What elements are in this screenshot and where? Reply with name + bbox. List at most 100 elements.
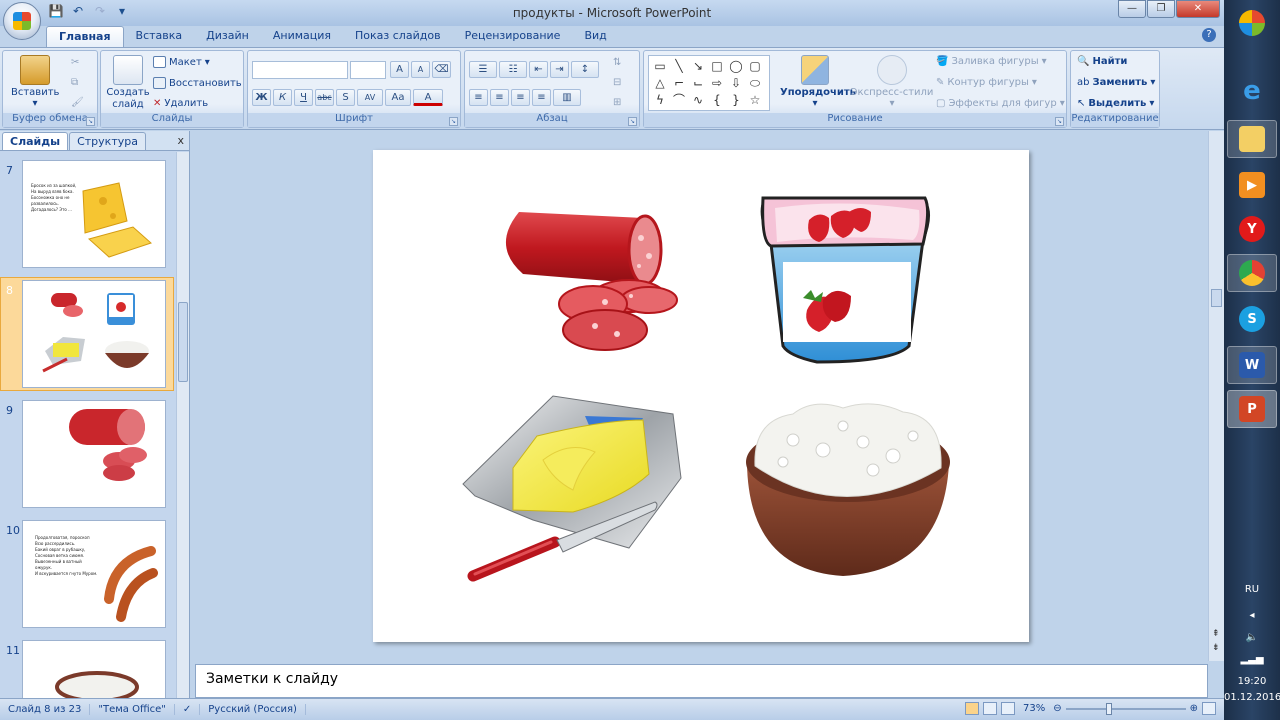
sorter-view-button[interactable] <box>982 702 997 715</box>
font-name-combo[interactable] <box>252 61 348 79</box>
tab-outline-pane[interactable]: Структура <box>69 132 146 150</box>
volume-icon[interactable]: 🔈 <box>1224 632 1280 643</box>
start-button[interactable] <box>1227 4 1277 42</box>
shadow-button[interactable]: S <box>336 89 355 106</box>
help-icon[interactable]: ? <box>1202 28 1216 42</box>
clipboard-launcher[interactable]: ↘ <box>86 117 95 126</box>
quick-styles-button[interactable]: Экспресс-стили ▾ <box>850 55 934 109</box>
shape-line-icon[interactable]: ╲ <box>670 58 688 74</box>
language-tray[interactable]: RU <box>1224 584 1280 595</box>
case-button[interactable]: Aa <box>385 89 411 106</box>
office-button[interactable] <box>3 2 41 40</box>
shape-brace-right-icon[interactable]: } <box>727 92 745 108</box>
fit-window-button[interactable] <box>1202 702 1216 715</box>
find-button[interactable]: 🔍 Найти <box>1077 56 1127 67</box>
tab-insert[interactable]: Вставка <box>124 26 195 48</box>
tab-home[interactable]: Главная <box>46 26 124 48</box>
clear-format-button[interactable]: ⌫ <box>432 61 451 78</box>
slide-scrollbar[interactable]: ⇞ ⇟ <box>1208 131 1224 661</box>
zoom-slider[interactable] <box>1065 702 1186 715</box>
tab-animation[interactable]: Анимация <box>261 26 343 48</box>
slide-thumb-10[interactable]: Продолговатая, пороскоп Всю рассердились… <box>22 520 166 628</box>
slideshow-view-button[interactable] <box>1000 702 1015 715</box>
new-slide-button[interactable]: Создать слайд <box>103 55 153 111</box>
tab-slideshow[interactable]: Показ слайдов <box>343 26 453 48</box>
language-indicator[interactable]: Русский (Россия) <box>200 704 306 715</box>
slide-thumb-8[interactable] <box>22 280 166 388</box>
shape-lightning-icon[interactable]: ϟ <box>651 92 669 108</box>
tray-expand-icon[interactable]: ◂ <box>1224 610 1280 621</box>
clock-date[interactable]: 01.12.2016 <box>1224 692 1280 703</box>
next-slide-icon[interactable]: ⇟ <box>1212 643 1220 653</box>
notes-pane[interactable]: Заметки к слайду <box>195 664 1208 698</box>
select-button[interactable]: ↖ Выделить ▾ <box>1077 98 1154 109</box>
shape-arc-icon[interactable]: ⌒ <box>670 92 688 108</box>
tab-review[interactable]: Рецензирование <box>453 26 573 48</box>
shape-outline-button[interactable]: ✎ Контур фигуры ▾ <box>936 77 1037 88</box>
taskbar-explorer[interactable] <box>1227 120 1277 158</box>
increase-indent-button[interactable]: ⇥ <box>550 61 569 78</box>
shape-elbow-icon[interactable]: ⌐ <box>670 75 688 91</box>
shape-brace-left-icon[interactable]: { <box>708 92 726 108</box>
shape-textbox-icon[interactable]: ▭ <box>651 58 669 74</box>
zoom-slider-thumb[interactable] <box>1105 702 1112 715</box>
smartart-icon[interactable]: ⊞ <box>613 97 621 108</box>
zoom-out-icon[interactable]: ⊖ <box>1053 703 1061 714</box>
paragraph-launcher[interactable]: ↘ <box>628 117 637 126</box>
minimize-button[interactable]: — <box>1118 0 1146 18</box>
shrink-font-button[interactable]: A <box>411 61 430 78</box>
scrollbar-thumb[interactable] <box>178 302 188 382</box>
slide-thumb-11[interactable] <box>22 640 166 698</box>
cut-icon[interactable]: ✂ <box>71 57 79 68</box>
font-color-button[interactable]: A <box>413 89 443 106</box>
reset-button[interactable]: Восстановить <box>153 77 242 89</box>
justify-button[interactable]: ≡ <box>532 89 551 106</box>
bold-button[interactable]: Ж <box>252 89 271 106</box>
slide-scrollbar-thumb[interactable] <box>1211 289 1222 307</box>
shape-oval-icon[interactable]: ◯ <box>727 58 745 74</box>
shape-rect-icon[interactable]: □ <box>708 58 726 74</box>
slides-pane-scrollbar[interactable] <box>176 152 189 698</box>
taskbar-media[interactable]: ▶ <box>1227 166 1277 204</box>
close-button[interactable]: ✕ <box>1176 0 1220 18</box>
numbering-button[interactable]: ☷ <box>499 61 527 78</box>
text-direction-icon[interactable]: ⇅ <box>613 57 621 68</box>
taskbar-chrome[interactable] <box>1227 254 1277 292</box>
arrange-button[interactable]: Упорядочить ▾ <box>780 55 856 109</box>
font-size-combo[interactable] <box>350 61 386 79</box>
pane-close-icon[interactable]: x <box>177 134 184 147</box>
shape-rounded-icon[interactable]: ▢ <box>746 58 764 74</box>
strike-button[interactable]: abc <box>315 89 334 106</box>
spellcheck-icon[interactable]: ✓ <box>175 704 201 715</box>
shape-effects-button[interactable]: ▢ Эффекты для фигур ▾ <box>936 98 1065 109</box>
taskbar-ie[interactable]: e <box>1227 72 1277 110</box>
drawing-launcher[interactable]: ↘ <box>1055 117 1064 126</box>
prev-slide-icon[interactable]: ⇞ <box>1212 629 1220 639</box>
align-right-button[interactable]: ≡ <box>511 89 530 106</box>
italic-button[interactable]: К <box>273 89 292 106</box>
shape-triangle-icon[interactable]: △ <box>651 75 669 91</box>
taskbar-word[interactable]: W <box>1227 346 1277 384</box>
align-left-button[interactable]: ≡ <box>469 89 488 106</box>
spacing-button[interactable]: AV <box>357 89 383 106</box>
slide-canvas[interactable] <box>373 150 1029 642</box>
copy-icon[interactable]: ⧉ <box>71 77 78 88</box>
zoom-in-icon[interactable]: ⊕ <box>1190 703 1198 714</box>
shape-elbow2-icon[interactable]: ⌙ <box>689 75 707 91</box>
normal-view-button[interactable] <box>964 702 979 715</box>
shapes-gallery[interactable]: ▭ ╲ ↘ □ ◯ ▢ △ ⌐ ⌙ ⇨ ⇩ ⬭ ϟ ⌒ ∿{} ☆ <box>648 55 770 111</box>
tab-slides-pane[interactable]: Слайды <box>2 132 69 150</box>
replace-button[interactable]: ab Заменить ▾ <box>1077 77 1155 88</box>
grow-font-button[interactable]: A <box>390 61 409 78</box>
network-icon[interactable]: ▂▃▅ <box>1224 654 1280 665</box>
shape-fill-button[interactable]: 🪣 Заливка фигуры ▾ <box>936 56 1047 67</box>
delete-slide-button[interactable]: ✕ Удалить <box>153 98 208 109</box>
shape-arrow-icon[interactable]: ↘ <box>689 58 707 74</box>
layout-button[interactable]: Макет ▾ <box>153 56 210 68</box>
taskbar-yandex[interactable]: Y <box>1227 210 1277 248</box>
taskbar-powerpoint[interactable]: P <box>1227 390 1277 428</box>
font-launcher[interactable]: ↘ <box>449 117 458 126</box>
shape-right-arrow-icon[interactable]: ⇨ <box>708 75 726 91</box>
slide-thumb-9[interactable] <box>22 400 166 508</box>
underline-button[interactable]: Ч <box>294 89 313 106</box>
